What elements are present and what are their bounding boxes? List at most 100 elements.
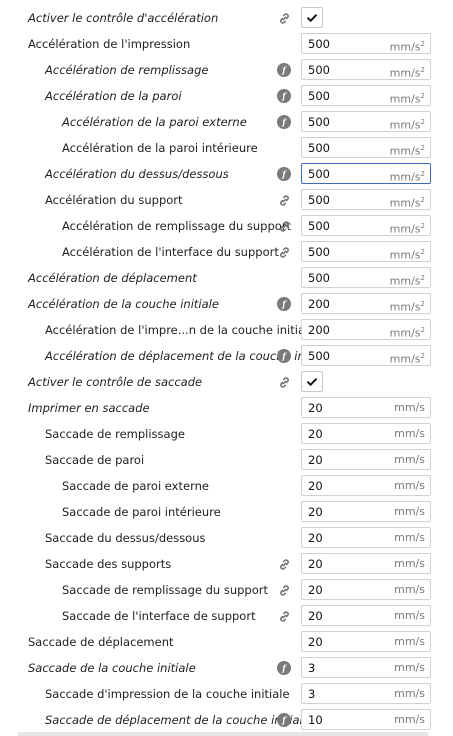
unit-superscript: 2 (420, 144, 425, 152)
field-value[interactable]: 3 (308, 660, 315, 676)
setting-value-field[interactable]: 500 mm/s2 (301, 345, 431, 366)
setting-value-field[interactable]: 20 mm/s (301, 579, 431, 600)
setting-value-field[interactable]: 500 mm/s2 (301, 137, 431, 158)
field-value[interactable]: 500 (308, 244, 330, 260)
function-icon[interactable]: f (277, 89, 291, 103)
setting-value-field[interactable]: 20 mm/s (301, 527, 431, 548)
field-value[interactable]: 200 (308, 296, 330, 312)
setting-checkbox[interactable] (301, 7, 323, 28)
setting-value-field[interactable]: 500 mm/s2 (301, 241, 431, 262)
setting-label: Saccade de paroi intérieure (62, 505, 221, 519)
function-icon[interactable]: f (277, 297, 291, 311)
function-icon[interactable]: f (277, 661, 291, 675)
field-value[interactable]: 20 (308, 478, 323, 494)
field-value[interactable]: 500 (308, 140, 330, 156)
link-icon[interactable] (277, 193, 291, 207)
link-icon[interactable] (277, 375, 291, 389)
field-value[interactable]: 500 (308, 36, 330, 52)
link-icon[interactable] (277, 557, 291, 571)
field-value[interactable]: 20 (308, 504, 323, 520)
field-value[interactable]: 500 (308, 270, 330, 286)
unit-label: mm/s (394, 453, 425, 466)
setting-value-field[interactable]: 500 mm/s2 (301, 33, 431, 54)
field-value[interactable]: 20 (308, 426, 323, 442)
setting-value-field[interactable]: 200 mm/s2 (301, 293, 431, 314)
function-icon[interactable]: f (277, 63, 291, 77)
unit-label: mm/s2 (389, 274, 425, 288)
field-value[interactable]: 500 (308, 192, 330, 208)
setting-value-field[interactable]: 20 mm/s (301, 553, 431, 574)
unit-label: mm/s2 (389, 66, 425, 80)
field-value[interactable]: 20 (308, 556, 323, 572)
function-icon[interactable]: f (277, 713, 291, 727)
setting-value-field[interactable]: 500 mm/s2 (301, 85, 431, 106)
link-icon-graphic (279, 194, 289, 206)
field-value[interactable]: 20 (308, 582, 323, 598)
setting-label: Saccade de l'interface de support (62, 609, 256, 623)
unit-label: mm/s2 (389, 196, 425, 210)
link-icon[interactable] (277, 609, 291, 623)
setting-row: Accélération de déplacement de la couche… (0, 343, 445, 369)
setting-value-field[interactable]: 500 mm/s2 (301, 59, 431, 80)
link-icon[interactable] (277, 219, 291, 233)
field-value[interactable]: 500 (308, 62, 330, 78)
field-value[interactable]: 20 (308, 608, 323, 624)
field-value[interactable]: 500 (308, 114, 330, 130)
setting-value-field[interactable]: 3 mm/s (301, 683, 431, 704)
link-icon-graphic (279, 610, 289, 622)
unit-label: mm/s (394, 661, 425, 674)
field-value[interactable]: 500 (308, 348, 330, 364)
function-icon[interactable]: f (277, 167, 291, 181)
setting-label: Saccade de paroi externe (62, 479, 209, 493)
field-value[interactable]: 20 (308, 452, 323, 468)
field-value[interactable]: 20 (308, 530, 323, 546)
field-value[interactable]: 3 (308, 686, 315, 702)
check-icon (306, 376, 318, 388)
unit-superscript: 2 (420, 92, 425, 100)
unit-superscript: 2 (420, 222, 425, 230)
setting-row: Accélération de la paroi intérieure 500 mm… (0, 135, 445, 161)
setting-value-field[interactable]: 20 mm/s (301, 423, 431, 444)
unit-superscript: 2 (420, 170, 425, 178)
setting-checkbox[interactable] (301, 371, 323, 392)
setting-value-field[interactable]: 10 mm/s (301, 709, 431, 730)
function-icon[interactable]: f (277, 349, 291, 363)
setting-value-field[interactable]: 500 mm/s2 (301, 163, 431, 184)
setting-value-field[interactable]: 200 mm/s2 (301, 319, 431, 340)
setting-row: Saccade des supports 20 mm/s (0, 551, 445, 577)
field-value[interactable]: 200 (308, 322, 330, 338)
setting-label: Saccade de déplacement de la couche init… (45, 713, 310, 727)
field-value[interactable]: 10 (308, 712, 323, 728)
setting-label: Accélération de remplissage du support (62, 219, 292, 233)
function-icon[interactable]: f (277, 115, 291, 129)
setting-value-field[interactable]: 500 mm/s2 (301, 267, 431, 288)
link-icon[interactable] (277, 583, 291, 597)
unit-superscript: 2 (420, 248, 425, 256)
field-value[interactable]: 20 (308, 400, 323, 416)
unit-label: mm/s2 (389, 92, 425, 106)
setting-label: Saccade du dessus/dessous (45, 531, 206, 545)
link-icon[interactable] (277, 11, 291, 25)
bottom-divider (18, 732, 428, 736)
setting-value-field[interactable]: 20 mm/s (301, 475, 431, 496)
setting-value-field[interactable]: 20 mm/s (301, 397, 431, 418)
setting-value-field[interactable]: 3 mm/s (301, 657, 431, 678)
field-value[interactable]: 500 (308, 218, 330, 234)
setting-row: Saccade de remplissage du support 20 mm/s (0, 577, 445, 603)
field-value[interactable]: 20 (308, 634, 323, 650)
link-icon[interactable] (277, 245, 291, 259)
unit-label: mm/s2 (389, 326, 425, 340)
scrollbar[interactable] (446, 0, 453, 736)
setting-label: Accélération de remplissage (45, 63, 209, 77)
field-value[interactable]: 500 (308, 166, 330, 182)
setting-row: Saccade de déplacement de la couche init… (0, 707, 445, 733)
setting-value-field[interactable]: 500 mm/s2 (301, 111, 431, 132)
setting-value-field[interactable]: 20 mm/s (301, 501, 431, 522)
setting-value-field[interactable]: 500 mm/s2 (301, 215, 431, 236)
setting-value-field[interactable]: 500 mm/s2 (301, 189, 431, 210)
setting-value-field[interactable]: 20 mm/s (301, 631, 431, 652)
field-value[interactable]: 500 (308, 88, 330, 104)
link-icon-graphic (279, 220, 289, 232)
setting-value-field[interactable]: 20 mm/s (301, 605, 431, 626)
setting-value-field[interactable]: 20 mm/s (301, 449, 431, 470)
